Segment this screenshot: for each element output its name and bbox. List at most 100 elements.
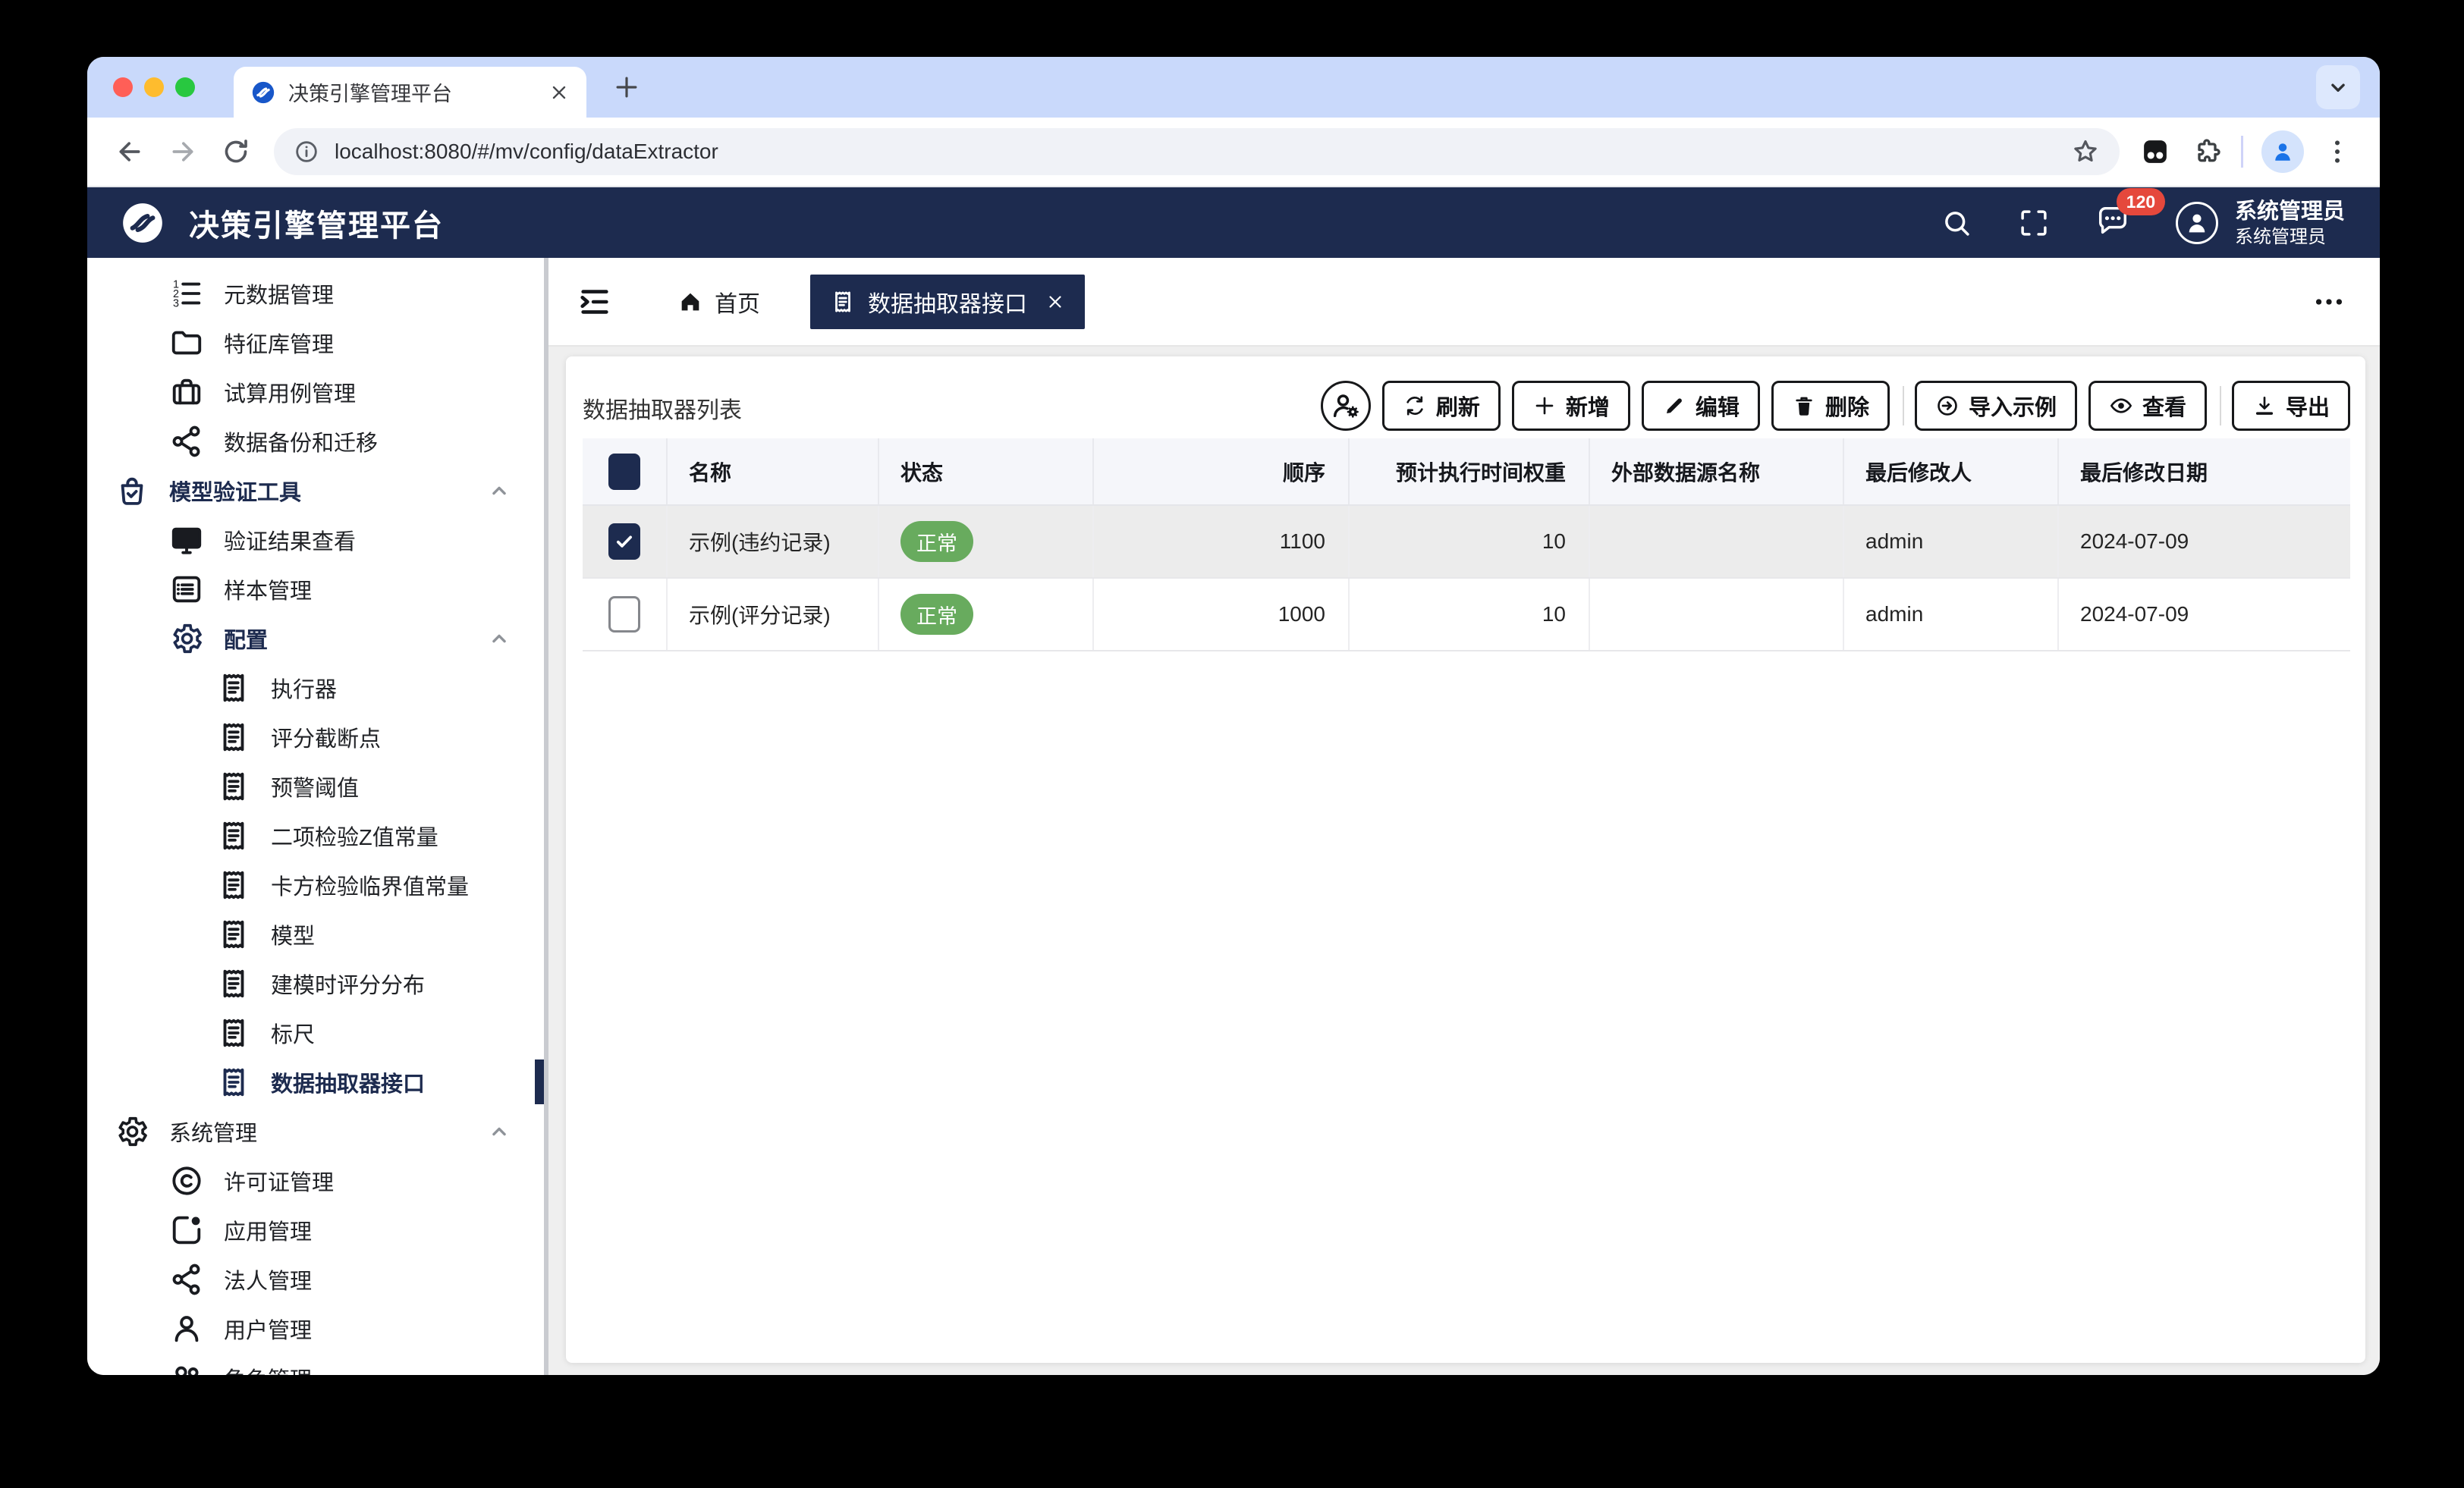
column-settings-button[interactable] xyxy=(1320,381,1371,431)
app-navbar: 决策引擎管理平台 120 系统管理员 系统管理员 xyxy=(87,187,2380,258)
sidebar-item[interactable]: 试算用例管理 xyxy=(87,367,548,416)
copyright-icon xyxy=(169,1163,204,1198)
row-checkbox[interactable] xyxy=(608,523,640,560)
cell-name: 示例(违约记录) xyxy=(667,505,879,579)
cell-modifier: admin xyxy=(1843,505,2059,579)
toolbar-button[interactable]: 查看 xyxy=(2088,381,2207,431)
download-icon xyxy=(2252,394,2277,418)
toolbar-button[interactable]: 编辑 xyxy=(1641,381,1760,431)
forward-button[interactable] xyxy=(168,137,198,167)
sidebar-item[interactable]: 123 元数据管理 xyxy=(87,268,548,318)
tab-options-button[interactable] xyxy=(2312,284,2346,319)
messages-button[interactable]: 120 xyxy=(2095,188,2165,242)
sidebar-item[interactable]: 建模时评分分布 xyxy=(87,959,548,1008)
cell-date: 2024-07-09 xyxy=(2058,578,2350,651)
receipt-icon xyxy=(216,769,251,804)
person-icon xyxy=(2183,209,2211,237)
close-icon[interactable] xyxy=(1045,292,1065,312)
extensions-puzzle-icon[interactable] xyxy=(2192,137,2223,167)
tab-data-extractor[interactable]: 数据抽取器接口 xyxy=(810,274,1085,329)
sidebar-item[interactable]: 模型验证工具 xyxy=(87,466,548,515)
reload-button[interactable] xyxy=(221,137,251,167)
new-tab-button[interactable] xyxy=(612,73,641,102)
navbar-actions: 120 系统管理员 系统管理员 xyxy=(1941,188,2345,248)
sidebar-item[interactable]: 验证结果查看 xyxy=(87,515,548,564)
sidebar-item[interactable]: 二项检验Z值常量 xyxy=(87,811,548,860)
chevron-down-icon xyxy=(2325,74,2351,100)
table-row[interactable]: 示例(违约记录) 正常 1100 10 admin 2024-07-09 xyxy=(583,505,2350,579)
traffic-light-close[interactable] xyxy=(113,77,133,97)
traffic-light-zoom[interactable] xyxy=(175,77,195,97)
svg-text:3: 3 xyxy=(173,297,179,309)
browser-tab-strip: 决策引擎管理平台 xyxy=(87,57,2380,118)
sidebar-item[interactable]: 用户管理 xyxy=(87,1304,548,1353)
toolbar-button[interactable]: 导出 xyxy=(2219,381,2350,431)
sidebar-item[interactable]: 执行器 xyxy=(87,663,548,712)
sidebar-item[interactable]: 角色管理 xyxy=(87,1353,548,1375)
sidebar-item[interactable]: 系统管理 xyxy=(87,1107,548,1156)
sidebar-item[interactable]: 数据备份和迁移 xyxy=(87,416,548,466)
person-gear-icon xyxy=(1330,390,1362,422)
toolbar-button[interactable]: 刷新 xyxy=(1381,381,1501,431)
receipt-icon xyxy=(830,289,856,315)
sidebar-item[interactable]: 模型 xyxy=(87,909,548,959)
select-all-checkbox[interactable] xyxy=(608,453,640,490)
row-checkbox[interactable] xyxy=(608,596,640,633)
table-row[interactable]: 示例(评分记录) 正常 1000 10 admin 2024-07-09 xyxy=(583,578,2350,651)
sidebar-item[interactable]: 配置 xyxy=(87,614,548,663)
folder-icon xyxy=(169,325,204,360)
sidebar-item[interactable]: 预警阈值 xyxy=(87,761,548,811)
refresh-icon xyxy=(1403,394,1427,418)
tab-close-icon[interactable] xyxy=(548,82,570,103)
page-tab-bar: 首页 数据抽取器接口 xyxy=(548,258,2380,347)
address-bar[interactable]: localhost:8080/#/mv/config/dataExtractor xyxy=(274,128,2120,175)
fullscreen-icon[interactable] xyxy=(2018,207,2050,239)
cell-name: 示例(评分记录) xyxy=(667,578,879,651)
sidebar-item[interactable]: 评分截断点 xyxy=(87,712,548,761)
toolbar-button[interactable]: 新增 xyxy=(1511,381,1630,431)
receipt-icon xyxy=(216,917,251,952)
traffic-light-minimize[interactable] xyxy=(144,77,164,97)
user-menu[interactable]: 系统管理员 系统管理员 xyxy=(2175,198,2345,248)
home-icon xyxy=(677,289,703,315)
sidebar-item[interactable]: 应用管理 xyxy=(87,1205,548,1254)
gear-icon xyxy=(115,1114,149,1149)
sidebar-item[interactable]: 卡方检验临界值常量 xyxy=(87,860,548,909)
col-date: 最后修改日期 xyxy=(2058,438,2350,506)
sidebar-item[interactable]: 特征库管理 xyxy=(87,318,548,367)
toolbar-button[interactable]: 删除 xyxy=(1771,381,1890,431)
toolbar-divider xyxy=(2241,136,2243,168)
cell-order: 1000 xyxy=(1093,578,1350,651)
toolbar-buttons: 刷新 新增 编辑 删除 导入示例 查看 导出 xyxy=(1316,381,2350,431)
person-icon xyxy=(2269,138,2296,165)
list-box-icon xyxy=(169,572,204,607)
browser-window: 决策引擎管理平台 localhost:8080/#/mv/config/data… xyxy=(87,57,2380,1375)
sidebar-item[interactable]: 法人管理 xyxy=(87,1254,548,1304)
card-header: 数据抽取器列表 刷新 新增 编辑 删除 导入示例 查看 导出 xyxy=(566,356,2365,438)
list-ordered-icon: 123 xyxy=(169,276,204,311)
search-icon[interactable] xyxy=(1941,207,1972,239)
person-icon xyxy=(169,1311,204,1346)
extension-icon[interactable] xyxy=(2139,136,2171,168)
app-title: 决策引擎管理平台 xyxy=(189,209,444,243)
back-button[interactable] xyxy=(115,137,145,167)
sidebar-item[interactable]: 样本管理 xyxy=(87,564,548,614)
sidebar-item[interactable]: 许可证管理 xyxy=(87,1156,548,1205)
tab-home[interactable]: 首页 xyxy=(677,285,760,319)
receipt-icon xyxy=(216,720,251,755)
cell-weight: 10 xyxy=(1349,578,1590,651)
tab-search-button[interactable] xyxy=(2316,65,2360,109)
browser-menu-button[interactable] xyxy=(2322,137,2352,167)
col-weight: 预计执行时间权重 xyxy=(1349,438,1590,506)
chevron-up-icon xyxy=(486,626,512,651)
sidebar-item[interactable]: 数据抽取器接口 xyxy=(87,1057,548,1107)
collapse-sidebar-icon[interactable] xyxy=(577,284,612,319)
bookmark-star-icon[interactable] xyxy=(2071,137,2100,166)
col-modifier: 最后修改人 xyxy=(1843,438,2059,506)
browser-tab-title: 决策引擎管理平台 xyxy=(288,83,452,105)
browser-profile-avatar[interactable] xyxy=(2261,130,2304,173)
site-info-icon[interactable] xyxy=(294,139,319,165)
browser-tab[interactable]: 决策引擎管理平台 xyxy=(234,67,586,118)
toolbar-button[interactable]: 导入示例 xyxy=(1902,381,2077,431)
sidebar-item[interactable]: 标尺 xyxy=(87,1008,548,1057)
